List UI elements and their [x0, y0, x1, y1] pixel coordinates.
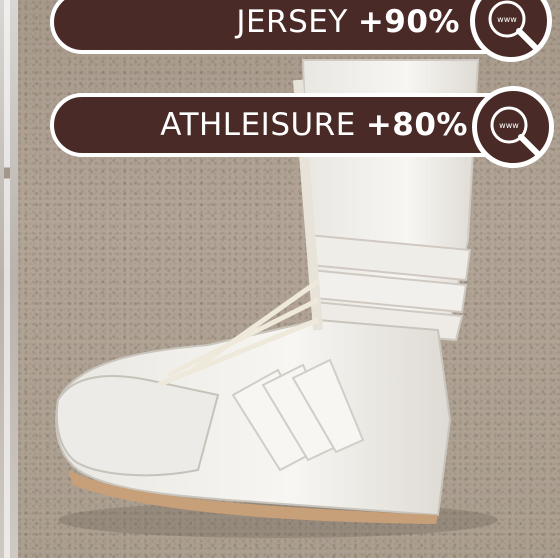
white-boxing-sneaker-image — [55, 59, 498, 538]
www-label: www — [499, 121, 519, 130]
trend-tag-label: ATHLEISURE — [160, 107, 356, 143]
trend-tag-percentage: +80% — [365, 107, 468, 143]
web-search-icon[interactable]: www — [470, 0, 552, 62]
trend-tag-label: JERSEY — [236, 4, 348, 40]
trend-tag-percentage: +90% — [357, 4, 460, 40]
www-label: www — [497, 15, 517, 24]
product-photo — [18, 0, 560, 558]
web-search-icon[interactable]: www — [472, 86, 554, 168]
adjacent-photo-edge — [0, 0, 18, 558]
